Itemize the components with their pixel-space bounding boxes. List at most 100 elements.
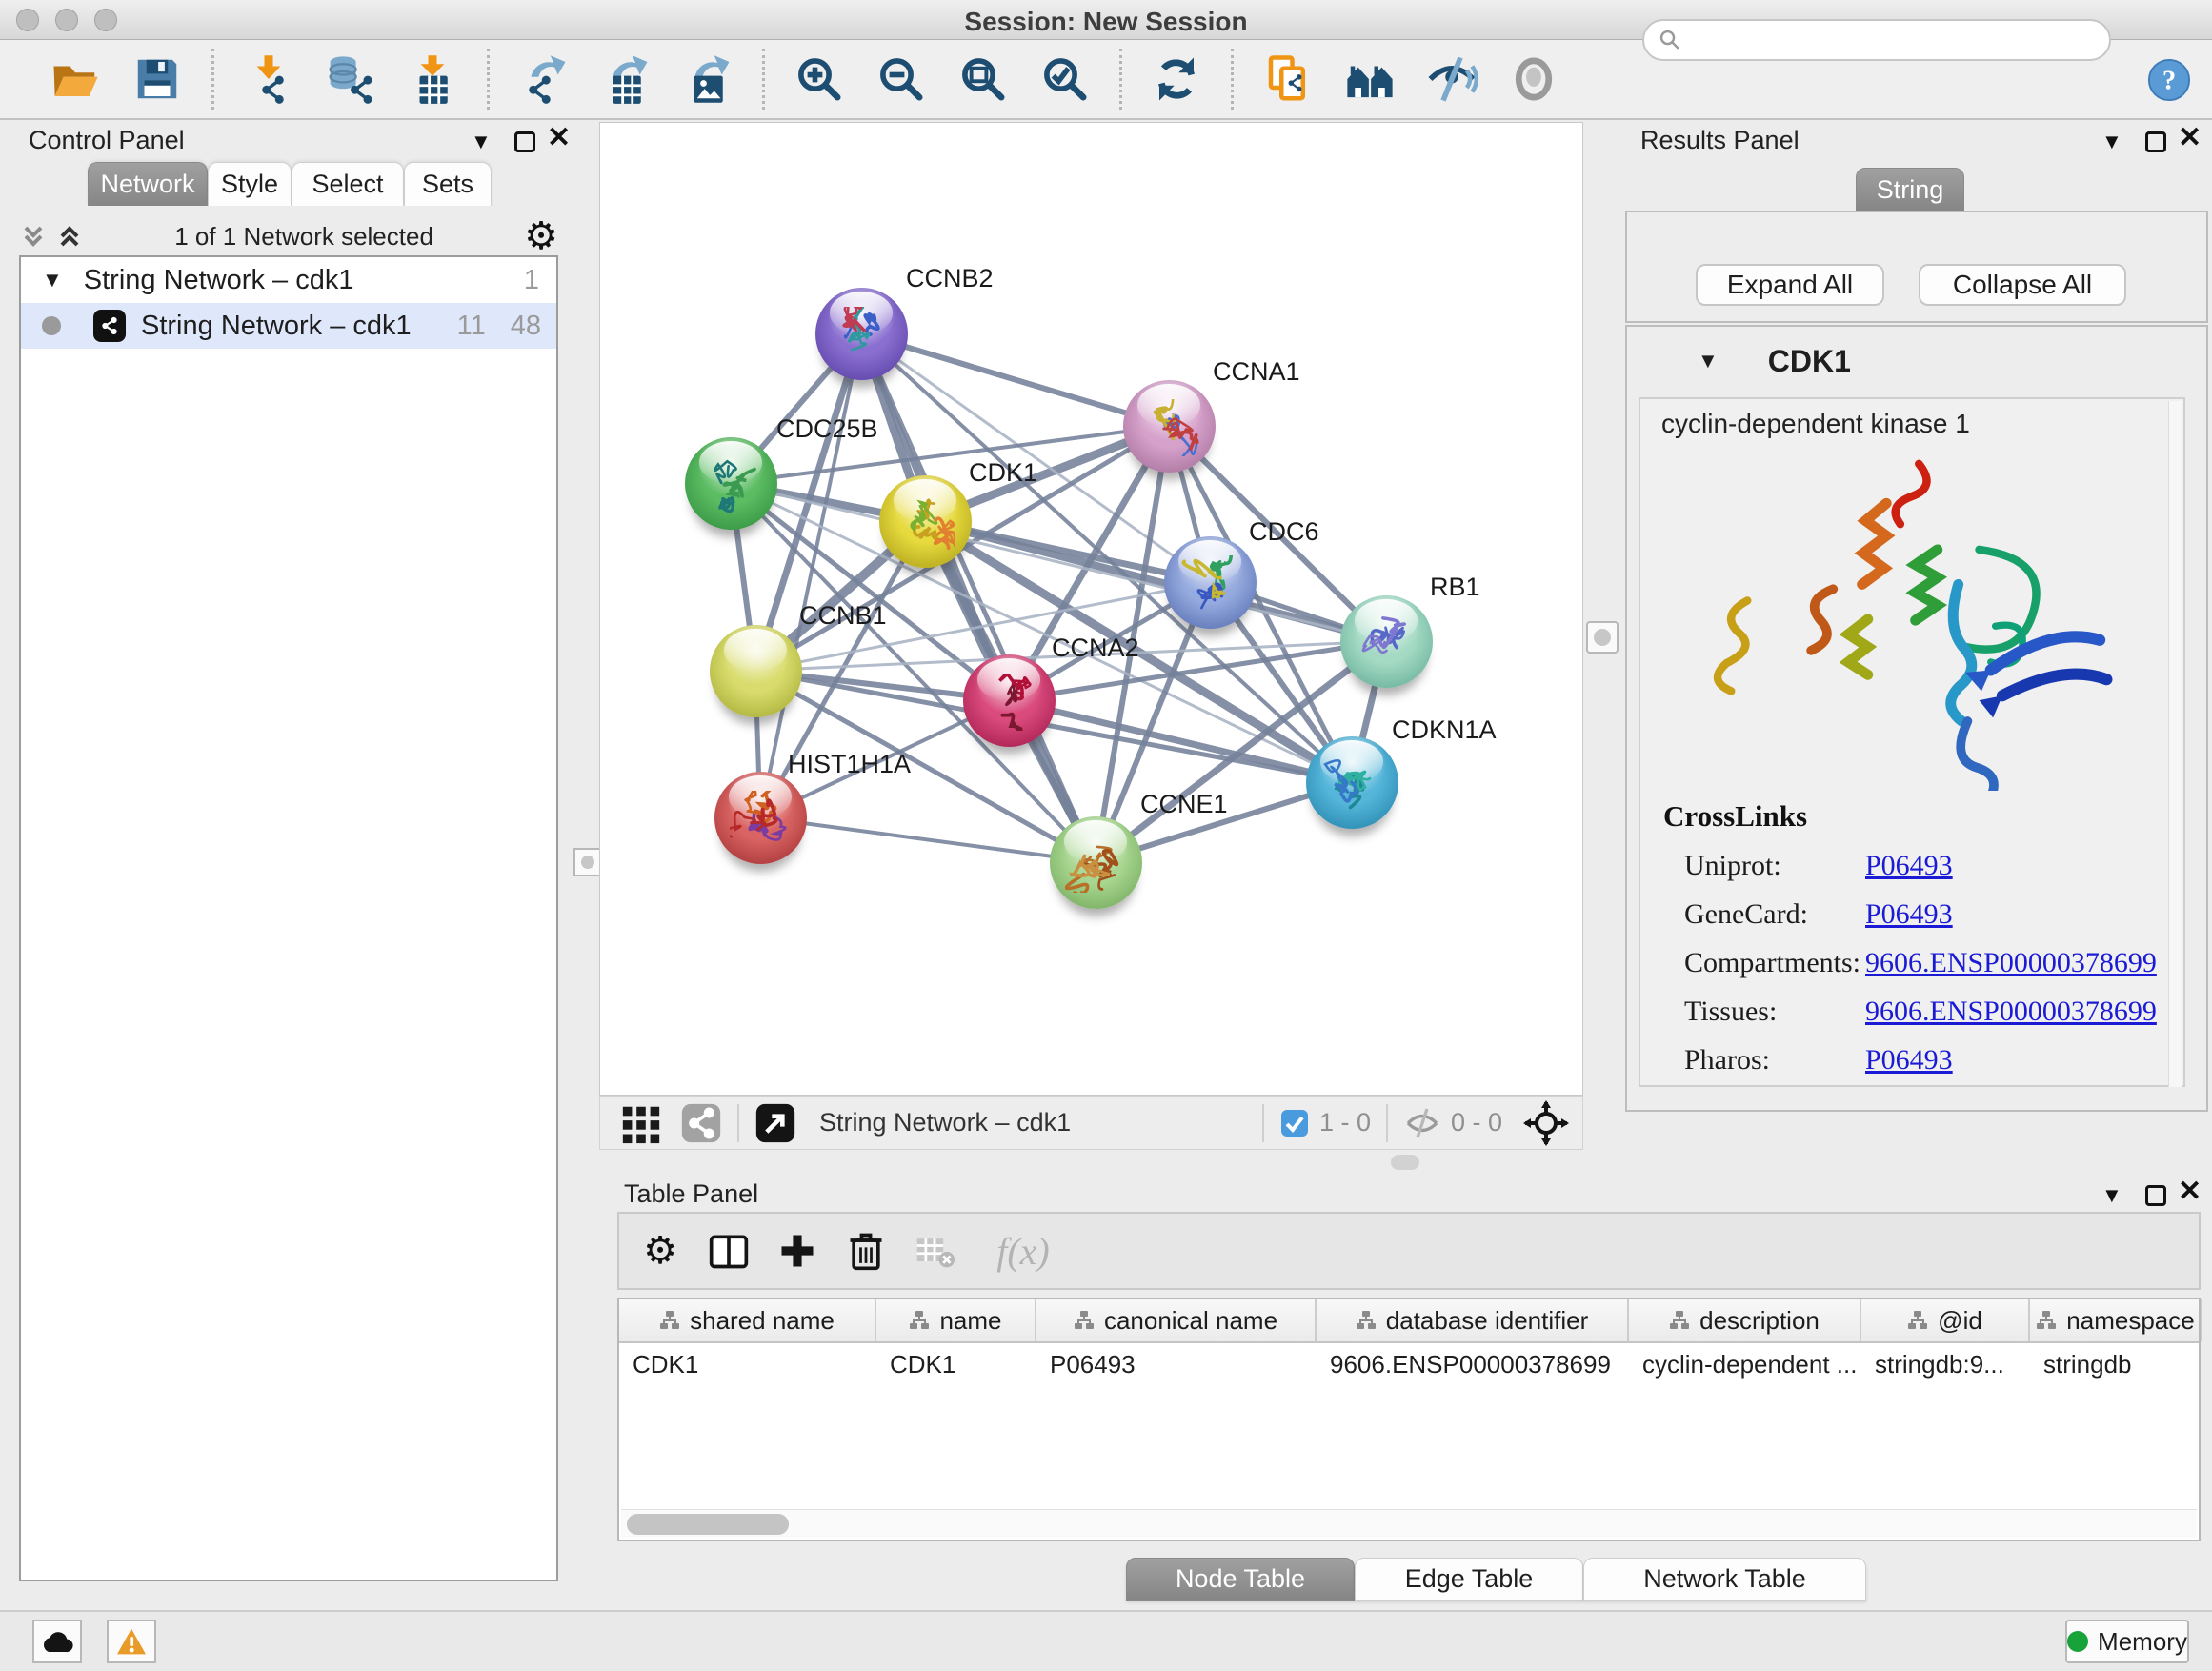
function-builder-button[interactable]: f(x) <box>975 1223 1071 1278</box>
zoom-fit-button[interactable] <box>954 50 1013 109</box>
import-network-button[interactable] <box>239 50 298 109</box>
network-canvas[interactable]: CCNB2CCNA1CDC25BCDK1CDC6RB1CCNB1CCNA2CDK… <box>599 122 1583 1096</box>
network-collection-row[interactable]: ▼ String Network – cdk1 1 <box>21 257 556 303</box>
graph-node-CDC25B[interactable] <box>685 437 777 530</box>
graph-node-CCNE1[interactable] <box>1050 816 1142 909</box>
control-panel-close-icon[interactable]: ✕ <box>547 128 571 149</box>
network-share-view-icon[interactable] <box>680 1102 722 1144</box>
graph-node-CDK1[interactable] <box>879 475 972 568</box>
save-session-button[interactable] <box>128 50 187 109</box>
results-panel-menu-icon[interactable]: ▼ <box>2101 130 2122 154</box>
import-database-button[interactable] <box>321 50 380 109</box>
add-row-button[interactable] <box>770 1223 825 1278</box>
network-row[interactable]: String Network – cdk1 11 48 <box>21 303 556 349</box>
table-row[interactable]: CDK1CDK1P064939606.ENSP00000378699cyclin… <box>619 1343 2199 1385</box>
table-cell[interactable]: 9606.ENSP00000378699 <box>1317 1343 1629 1385</box>
graph-node-CCNB1[interactable] <box>710 625 802 717</box>
control-panel-menu-icon[interactable]: ▼ <box>471 130 492 154</box>
tab-network[interactable]: Network <box>88 162 208 206</box>
import-table-button[interactable] <box>403 50 462 109</box>
protein-entry-header[interactable]: ▼ CDK1 <box>1633 336 2191 386</box>
open-in-window-icon[interactable] <box>754 1102 796 1144</box>
control-panel-float-icon[interactable] <box>514 131 535 152</box>
export-network-button[interactable] <box>514 50 573 109</box>
duplicate-network-button[interactable] <box>1258 50 1317 109</box>
table-settings-button[interactable]: ⚙ <box>633 1223 688 1278</box>
table-cell[interactable]: stringdb <box>2030 1343 2202 1385</box>
delete-table-button[interactable] <box>907 1223 962 1278</box>
graph-node-CDKN1A[interactable] <box>1306 736 1398 829</box>
graph-node-HIST1H1A[interactable] <box>714 772 807 864</box>
graph-node-CDC6[interactable] <box>1164 536 1257 629</box>
results-panel-float-icon[interactable] <box>2145 131 2166 152</box>
hidden-eye-icon[interactable] <box>1403 1107 1441 1139</box>
table-cell[interactable]: P06493 <box>1036 1343 1317 1385</box>
crosslink-link[interactable]: P06493 <box>1865 1044 1953 1077</box>
table-cell[interactable]: cyclin-dependent ... <box>1629 1343 1861 1385</box>
zoom-in-button[interactable] <box>790 50 849 109</box>
tab-edge-table[interactable]: Edge Table <box>1355 1558 1583 1601</box>
zoom-selected-button[interactable] <box>1036 50 1095 109</box>
tab-node-table[interactable]: Node Table <box>1126 1558 1355 1601</box>
tab-style[interactable]: Style <box>208 162 292 206</box>
left-splitter-handle[interactable] <box>573 848 602 876</box>
column-header-shared-name[interactable]: shared name <box>619 1299 876 1341</box>
table-cell[interactable]: stringdb:9... <box>1861 1343 2030 1385</box>
column-header-name[interactable]: name <box>876 1299 1036 1341</box>
cybrowser-home-button[interactable] <box>1340 50 1399 109</box>
results-entry-box: ▼ CDK1 cyclin-dependent kinase 1 <box>1625 325 2208 1112</box>
column-header--id[interactable]: @id <box>1861 1299 2030 1341</box>
warnings-button[interactable] <box>107 1620 156 1663</box>
results-scrollbar[interactable] <box>2168 401 2182 1087</box>
search-input[interactable] <box>1682 26 2082 55</box>
help-button[interactable]: ? <box>2147 58 2191 102</box>
column-header-namespace[interactable]: namespace <box>2030 1299 2202 1341</box>
scrollbar-thumb[interactable] <box>627 1514 789 1535</box>
collapse-all-button[interactable]: Collapse All <box>1919 264 2126 306</box>
table-panel-close-icon[interactable]: ✕ <box>2178 1181 2202 1202</box>
table-cell[interactable]: CDK1 <box>876 1343 1036 1385</box>
results-panel-close-icon[interactable]: ✕ <box>2178 128 2202 149</box>
horizontal-splitter-handle[interactable] <box>1391 1155 1419 1170</box>
export-image-button[interactable] <box>678 50 737 109</box>
birdseye-button[interactable] <box>1504 50 1563 109</box>
refresh-button[interactable] <box>1147 50 1206 109</box>
table-cell[interactable]: CDK1 <box>619 1343 876 1385</box>
column-header-canonical-name[interactable]: canonical name <box>1036 1299 1317 1341</box>
grid-view-icon[interactable] <box>619 1101 663 1145</box>
graph-node-RB1[interactable] <box>1340 595 1433 688</box>
crosslink-link[interactable]: P06493 <box>1865 850 1953 882</box>
network-options-gear-icon[interactable]: ⚙ <box>524 217 558 255</box>
expand-all-chevrons-icon[interactable] <box>55 222 84 251</box>
collection-expand-icon[interactable]: ▼ <box>42 268 63 292</box>
delete-column-button[interactable] <box>838 1223 894 1278</box>
graph-node-CCNA1[interactable] <box>1123 380 1216 473</box>
table-panel-float-icon[interactable] <box>2145 1185 2166 1206</box>
column-header-database-identifier[interactable]: database identifier <box>1317 1299 1629 1341</box>
crosslink-link[interactable]: 9606.ENSP00000378699 <box>1865 947 2157 979</box>
right-splitter-handle[interactable] <box>1586 621 1619 654</box>
entry-expand-icon[interactable]: ▼ <box>1698 349 1719 373</box>
crosslink-link[interactable]: 9606.ENSP00000378699 <box>1865 996 2157 1028</box>
tab-network-table[interactable]: Network Table <box>1583 1558 1866 1601</box>
tab-sets[interactable]: Sets <box>404 162 492 206</box>
zoom-out-button[interactable] <box>872 50 931 109</box>
birdseye-crosshair-icon[interactable] <box>1523 1100 1569 1146</box>
expand-all-button[interactable]: Expand All <box>1696 264 1884 306</box>
tab-select[interactable]: Select <box>292 162 404 206</box>
hide-panels-button[interactable] <box>1422 50 1481 109</box>
table-horizontal-scrollbar[interactable] <box>621 1509 2197 1538</box>
tab-string[interactable]: String <box>1856 168 1964 211</box>
column-header-description[interactable]: description <box>1629 1299 1861 1341</box>
open-session-button[interactable] <box>46 50 105 109</box>
table-panel-menu-icon[interactable]: ▼ <box>2101 1183 2122 1208</box>
crosslink-link[interactable]: P06493 <box>1865 898 1953 931</box>
collapse-all-chevrons-icon[interactable] <box>19 222 48 251</box>
export-table-button[interactable] <box>596 50 655 109</box>
add-column-button[interactable] <box>701 1223 756 1278</box>
cloud-status-button[interactable] <box>32 1620 82 1663</box>
graph-node-CCNA2[interactable] <box>963 654 1056 747</box>
memory-button[interactable]: Memory <box>2065 1620 2189 1663</box>
graph-node-CCNB2[interactable] <box>815 288 908 380</box>
selected-checkbox-icon[interactable] <box>1279 1108 1310 1138</box>
